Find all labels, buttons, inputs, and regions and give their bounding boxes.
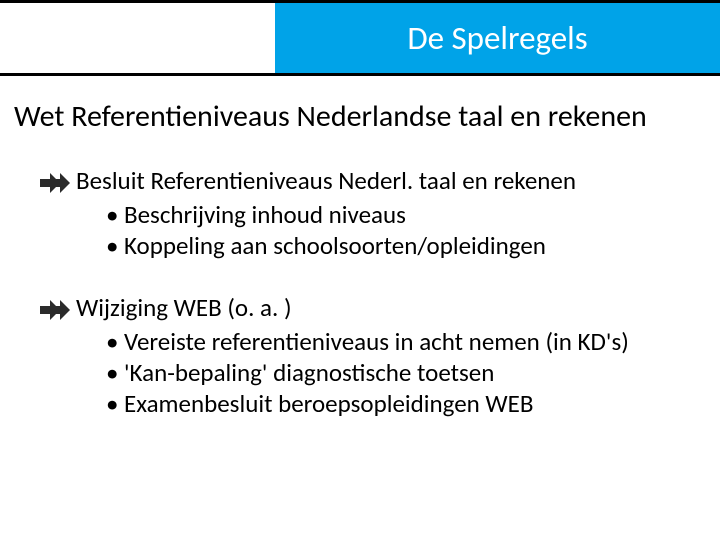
bullet-dot: • — [106, 199, 124, 230]
slide-subheader: Wet Referentieniveaus Nederlandse taal e… — [14, 98, 647, 135]
section-heading: Wijziging WEB (o. a. ) — [76, 292, 292, 323]
arrow-bullet-icon — [40, 296, 70, 324]
bullet-text: 'Kan-bepaling' diagnostische toetsen — [124, 357, 494, 388]
header-bottom-border — [0, 73, 720, 76]
slide-content: Besluit Referentieniveaus Nederl. taal e… — [40, 165, 700, 449]
bullet-text: Vereiste referentieniveaus in acht nemen… — [124, 326, 629, 357]
bullet-text: Koppeling aan schoolsoorten/opleidingen — [124, 230, 546, 261]
section-heading: Besluit Referentieniveaus Nederl. taal e… — [76, 165, 576, 196]
arrow-bullet-icon — [40, 169, 70, 197]
list-item: • 'Kan-bepaling' diagnostische toetsen — [106, 357, 700, 388]
list-item: • Beschrijving inhoud niveaus — [106, 199, 700, 230]
section-row: Wijziging WEB (o. a. ) — [40, 292, 700, 324]
list-item: • Examenbesluit beroepsopleidingen WEB — [106, 388, 700, 419]
list-item: • Koppeling aan schoolsoorten/opleidinge… — [106, 230, 700, 261]
bullet-dot: • — [106, 388, 124, 419]
slide-title: De Spelregels — [407, 18, 587, 58]
bullet-text: Beschrijving inhoud niveaus — [124, 199, 406, 230]
bullet-dot: • — [106, 357, 124, 388]
section-row: Besluit Referentieniveaus Nederl. taal e… — [40, 165, 700, 197]
section-bullets: • Vereiste referentieniveaus in acht nem… — [106, 326, 700, 420]
list-item: • Vereiste referentieniveaus in acht nem… — [106, 326, 700, 357]
bullet-dot: • — [106, 230, 124, 261]
section-bullets: • Beschrijving inhoud niveaus • Koppelin… — [106, 199, 700, 262]
bullet-dot: • — [106, 326, 124, 357]
header-blue-panel: De Spelregels — [275, 3, 720, 73]
bullet-text: Examenbesluit beroepsopleidingen WEB — [124, 388, 533, 419]
slide-header: De Spelregels — [0, 3, 720, 73]
